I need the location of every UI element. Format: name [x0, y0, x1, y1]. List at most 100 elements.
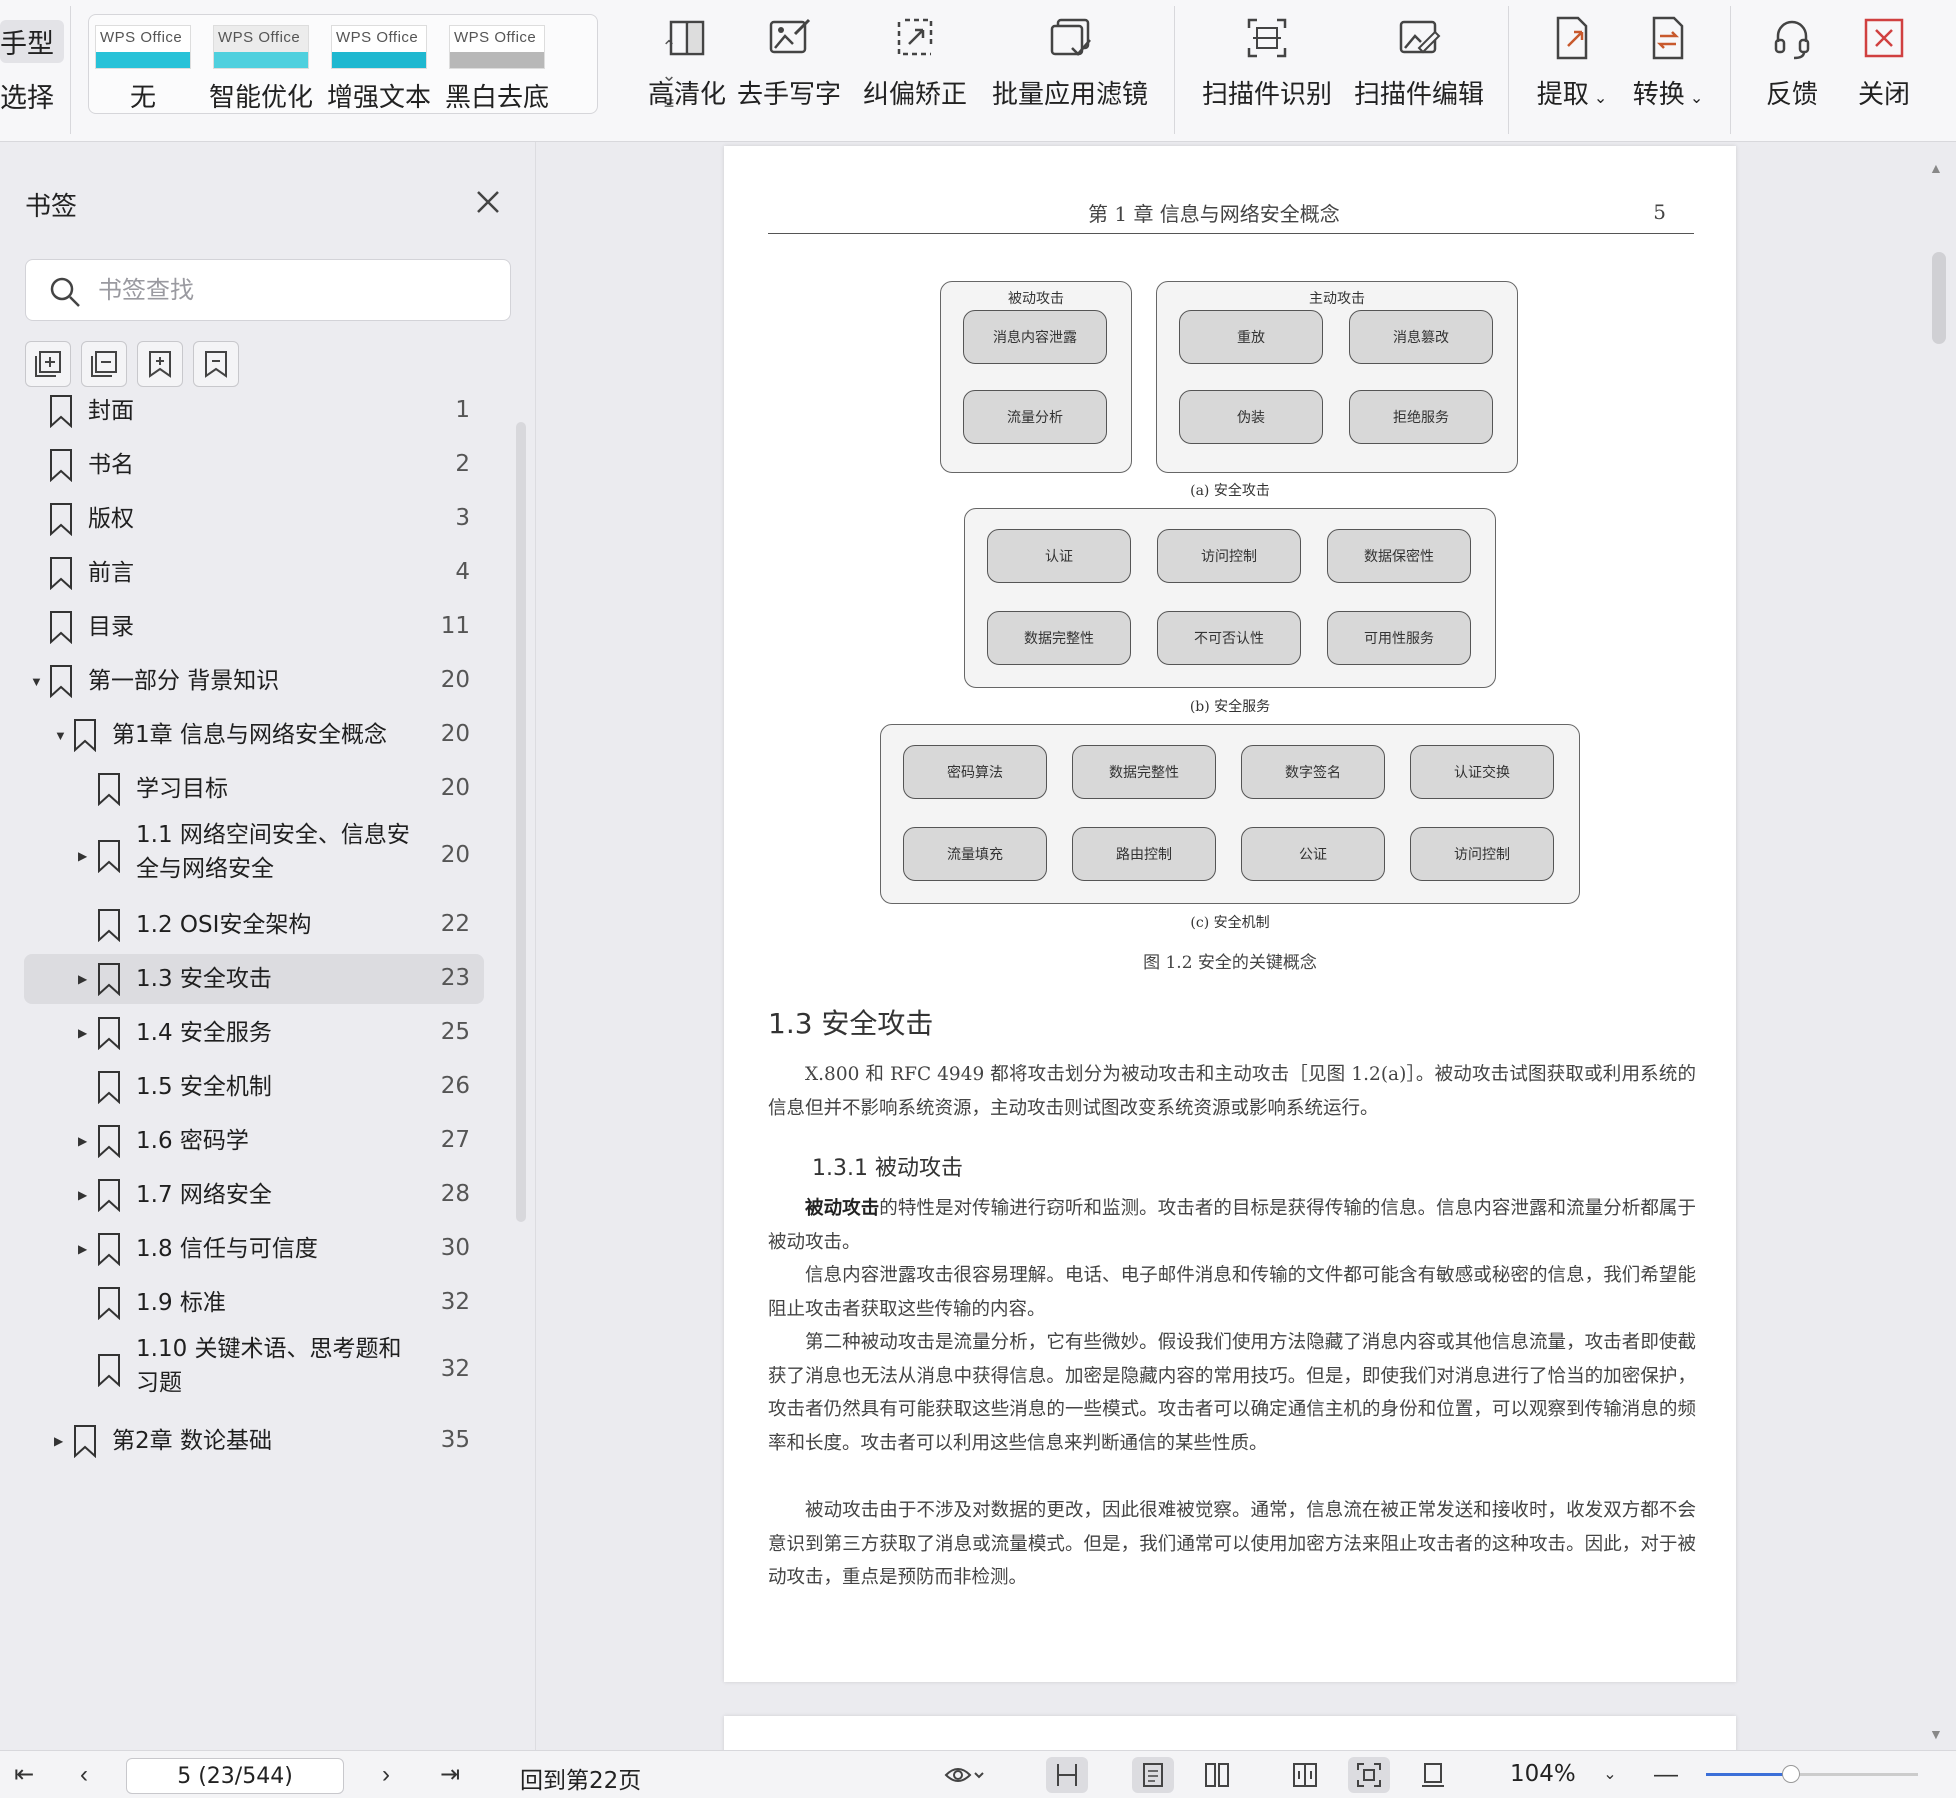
tool-label: 提取 ⌄ — [1536, 80, 1608, 110]
scan-recognize-button[interactable]: 扫描件识别 — [1200, 14, 1334, 114]
paragraph: 第二种被动攻击是流量分析，它有些微妙。假设我们使用方法隐藏了消息内容或其他信息流… — [768, 1332, 1696, 1454]
bookmark-icon — [98, 773, 120, 806]
caret-right-icon[interactable]: ▶ — [78, 1224, 92, 1274]
bookmark-icon — [74, 1425, 96, 1458]
filter-enhance-text[interactable]: WPS Office 增强文本 — [327, 25, 432, 113]
close-button[interactable]: 关闭 — [1852, 14, 1916, 114]
hand-tool-button[interactable]: 手型 — [0, 20, 64, 63]
remove-handwriting-button[interactable]: 去手写字 — [734, 14, 844, 114]
collapse-all-button[interactable] — [81, 341, 127, 387]
bookmark-label: 1.8 信任与可信度 — [136, 1236, 318, 1262]
bookmark-item[interactable]: 1.9 标准 32 — [24, 1278, 484, 1328]
caret-right-icon[interactable]: ▶ — [78, 1170, 92, 1220]
caret-down-icon[interactable]: ▼ — [54, 710, 68, 760]
toolbar-divider — [1508, 6, 1509, 134]
bookmark-item[interactable]: 1.2 OSI安全架构 22 — [24, 900, 484, 950]
bookmark-page-number: 23 — [440, 965, 470, 991]
document-viewer: 第 1 章 信息与网络安全概念 5 被动攻击 消息内容泄露 流量分析 主动攻击 … — [537, 142, 1956, 1750]
bookmark-page-number: 1 — [455, 397, 470, 423]
caret-right-icon[interactable]: ▶ — [78, 1116, 92, 1166]
prev-page-button[interactable]: ‹ — [66, 1759, 102, 1791]
fullscreen-button[interactable] — [1348, 1757, 1390, 1793]
figure-node: 消息篡改 — [1349, 310, 1493, 364]
figure-node: 伪装 — [1179, 390, 1323, 444]
last-page-button[interactable]: ⇥ — [432, 1759, 468, 1791]
caret-down-icon[interactable]: ▼ — [30, 656, 44, 706]
deskew-correct-button[interactable]: 纠偏矫正 — [860, 14, 970, 114]
zoom-dropdown-icon[interactable]: ⌄ — [1592, 1759, 1628, 1791]
fullscreen-icon — [1357, 1763, 1381, 1787]
first-page-button[interactable]: ⇤ — [6, 1759, 42, 1791]
bookmark-label: 目录 — [88, 614, 134, 640]
bookmark-item[interactable]: 目录 11 — [24, 602, 484, 652]
figure-node: 密码算法 — [903, 745, 1047, 799]
caret-right-icon[interactable]: ▶ — [78, 954, 92, 1004]
bookmark-item[interactable]: 版权 3 — [24, 494, 484, 544]
thumbnail-brand: WPS Office — [100, 29, 183, 46]
sidebar-scrollbar[interactable] — [516, 422, 526, 1222]
filter-black-white[interactable]: WPS Office 黑白去底 — [445, 25, 549, 113]
bookmark-item[interactable]: 前言 4 — [24, 548, 484, 598]
back-to-page-button[interactable]: 回到第22页 — [520, 1761, 641, 1795]
zoom-out-button[interactable]: — — [1648, 1759, 1684, 1791]
eye-protection-button[interactable] — [936, 1757, 1002, 1793]
caret-right-icon[interactable]: ▶ — [78, 1008, 92, 1058]
group-title: 被动攻击 — [1008, 291, 1064, 307]
close-icon[interactable] — [472, 186, 504, 218]
figure-node: 路由控制 — [1072, 827, 1216, 881]
convert-icon — [1652, 16, 1684, 60]
filter-smart-optimize[interactable]: WPS Office 智能优化 — [209, 25, 313, 113]
scroll-down-arrow[interactable]: ▼ — [1929, 1726, 1943, 1742]
select-tool-button[interactable]: 选择 — [0, 76, 54, 115]
bookmark-item[interactable]: 1.10 关键术语、思考题和习题 32 — [24, 1332, 484, 1408]
bookmark-page-number: 32 — [440, 1356, 470, 1382]
bookmark-icon — [98, 840, 120, 873]
document-scrollbar[interactable] — [1932, 252, 1946, 344]
bookmark-item[interactable]: ▶ 1.7 网络安全 28 — [24, 1170, 484, 1220]
two-page-button[interactable] — [1196, 1757, 1238, 1793]
bookmark-item[interactable]: ▶ 1.6 密码学 27 — [24, 1116, 484, 1166]
caret-right-icon[interactable]: ▶ — [78, 818, 92, 894]
bookmark-item[interactable]: 学习目标 20 — [24, 764, 484, 814]
zoom-level[interactable]: 104% — [1510, 1761, 1576, 1787]
bookmark-item[interactable]: 封面 1 — [24, 386, 484, 436]
bookmark-item[interactable]: ▶ 1.3 安全攻击 23 — [24, 954, 484, 1004]
caret-right-icon[interactable]: ▶ — [54, 1416, 68, 1466]
batch-filter-button[interactable]: 批量应用滤镜 — [990, 14, 1150, 114]
bookmark-item[interactable]: ▶ 1.1 网络空间安全、信息安全与网络安全 20 — [24, 818, 484, 894]
bookmark-item[interactable]: ▶ 1.8 信任与可信度 30 — [24, 1224, 484, 1274]
bookmark-item[interactable]: ▶ 第2章 数论基础 35 — [24, 1416, 484, 1466]
feedback-button[interactable]: 反馈 — [1760, 14, 1824, 114]
next-page — [724, 1716, 1736, 1750]
page-number-input[interactable] — [126, 1758, 344, 1794]
bookmark-item[interactable]: 1.5 安全机制 26 — [24, 1062, 484, 1112]
filter-thumbnail: WPS Office — [449, 25, 545, 69]
zoom-slider-handle[interactable] — [1781, 1765, 1800, 1783]
filter-label: 增强文本 — [327, 83, 432, 113]
zoom-slider[interactable] — [1706, 1765, 1918, 1783]
single-page-button[interactable] — [1132, 1757, 1174, 1793]
fit-width-button[interactable] — [1046, 1757, 1088, 1793]
add-bookmark-button[interactable] — [137, 341, 183, 387]
book-mode-button[interactable] — [1284, 1757, 1326, 1793]
rotate-page-button[interactable] — [1412, 1757, 1454, 1793]
expand-all-button[interactable] — [25, 341, 71, 387]
passive-attack-group: 被动攻击 消息内容泄露 流量分析 — [940, 281, 1132, 473]
bookmark-item[interactable]: 书名 2 — [24, 440, 484, 490]
convert-button[interactable]: 转换 ⌄ — [1626, 14, 1710, 114]
filter-none[interactable]: WPS Office 无 — [91, 25, 195, 113]
remove-bookmark-button[interactable] — [193, 341, 239, 387]
figure-node: 数据完整性 — [1072, 745, 1216, 799]
bookmark-item[interactable]: ▼ 第1章 信息与网络安全概念 20 — [24, 710, 484, 760]
next-page-button[interactable]: › — [368, 1759, 404, 1791]
extract-button[interactable]: 提取 ⌄ — [1530, 14, 1614, 114]
page-number: 5 — [1653, 200, 1666, 224]
bookmark-search[interactable] — [25, 259, 511, 321]
search-input[interactable] — [98, 270, 498, 310]
scroll-up-arrow[interactable]: ▲ — [1929, 160, 1943, 176]
scan-edit-button[interactable]: 扫描件编辑 — [1352, 14, 1486, 114]
bookmark-label: 1.1 网络空间安全、信息安全与网络安全 — [136, 822, 410, 882]
bookmark-item[interactable]: ▼ 第一部分 背景知识 20 — [24, 656, 484, 706]
hd-enhance-button[interactable]: 高清化 — [632, 14, 742, 114]
bookmark-item[interactable]: ▶ 1.4 安全服务 25 — [24, 1008, 484, 1058]
